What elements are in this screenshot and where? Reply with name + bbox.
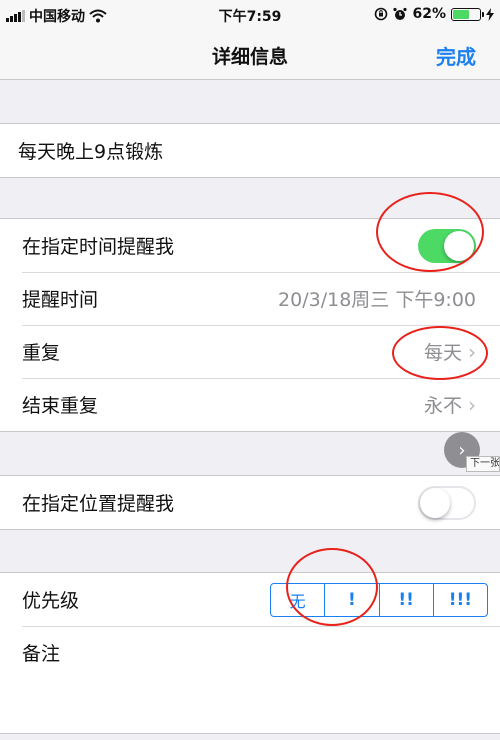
priority-high-segment[interactable]: !!! bbox=[434, 584, 487, 616]
reminder-title-group: 每天晚上9点锻炼 bbox=[0, 123, 500, 178]
next-tooltip: 下一张 bbox=[466, 456, 500, 472]
remind-at-time-row: 在指定时间提醒我 bbox=[0, 219, 500, 272]
priority-row: 优先级 无 ! !! !!! bbox=[0, 573, 500, 626]
priority-low-segment[interactable]: ! bbox=[325, 584, 380, 616]
navigation-bar: 详细信息 完成 bbox=[0, 30, 500, 80]
battery-percent: 62% bbox=[412, 6, 446, 22]
location-settings-group: 在指定位置提醒我 bbox=[0, 475, 500, 530]
alarm-clock-icon bbox=[393, 7, 408, 20]
alarm-time-label: 提醒时间 bbox=[22, 289, 99, 311]
battery-fill bbox=[453, 9, 470, 19]
remind-at-location-label: 在指定位置提醒我 bbox=[22, 493, 175, 515]
end-repeat-row[interactable]: 结束重复 永不 › bbox=[0, 378, 500, 431]
status-bar: 中国移动 下午7:59 62% bbox=[0, 0, 500, 30]
chevron-right-icon: › bbox=[468, 339, 476, 364]
done-button[interactable]: 完成 bbox=[436, 41, 476, 70]
toggle-knob bbox=[444, 231, 474, 261]
chevron-right-icon: › bbox=[458, 439, 466, 461]
remind-at-location-row: 在指定位置提醒我 bbox=[0, 476, 500, 529]
status-right: 62% bbox=[374, 6, 494, 22]
priority-medium-segment[interactable]: !! bbox=[380, 584, 434, 616]
alarm-settings-group: 在指定时间提醒我 提醒时间 20/3/18周三 下午9:00 重复 每天 › 结… bbox=[0, 218, 500, 432]
alarm-time-row[interactable]: 提醒时间 20/3/18周三 下午9:00 bbox=[0, 272, 500, 325]
repeat-row[interactable]: 重复 每天 › bbox=[0, 325, 500, 378]
priority-segmented-control: 无 ! !! !!! bbox=[270, 583, 488, 617]
priority-notes-group: 优先级 无 ! !! !!! 备注 bbox=[0, 572, 500, 734]
notes-row[interactable]: 备注 bbox=[0, 626, 500, 679]
toggle-knob bbox=[420, 488, 450, 518]
repeat-value-container[interactable]: 每天 › bbox=[424, 338, 476, 365]
charging-bolt-icon bbox=[486, 7, 494, 21]
repeat-value: 每天 bbox=[423, 342, 462, 364]
end-repeat-label: 结束重复 bbox=[22, 395, 99, 417]
remind-at-time-toggle[interactable] bbox=[418, 229, 476, 263]
notes-label: 备注 bbox=[22, 643, 61, 665]
reminder-title-row[interactable]: 每天晚上9点锻炼 bbox=[0, 124, 500, 177]
remind-at-time-label: 在指定时间提醒我 bbox=[22, 236, 175, 258]
page-title: 详细信息 bbox=[211, 46, 288, 68]
reminder-title-text[interactable]: 每天晚上9点锻炼 bbox=[18, 137, 163, 164]
priority-none-segment[interactable]: 无 bbox=[271, 584, 326, 616]
remind-at-location-toggle[interactable] bbox=[418, 486, 476, 520]
chevron-right-icon: › bbox=[468, 392, 476, 417]
priority-label: 优先级 bbox=[22, 590, 80, 612]
rotation-lock-icon bbox=[375, 7, 388, 21]
end-repeat-value-container[interactable]: 永不 › bbox=[424, 391, 476, 418]
repeat-label: 重复 bbox=[22, 342, 61, 364]
end-repeat-value: 永不 bbox=[423, 395, 462, 417]
alarm-time-value[interactable]: 20/3/18周三 下午9:00 bbox=[278, 285, 476, 312]
battery-icon bbox=[451, 7, 484, 21]
